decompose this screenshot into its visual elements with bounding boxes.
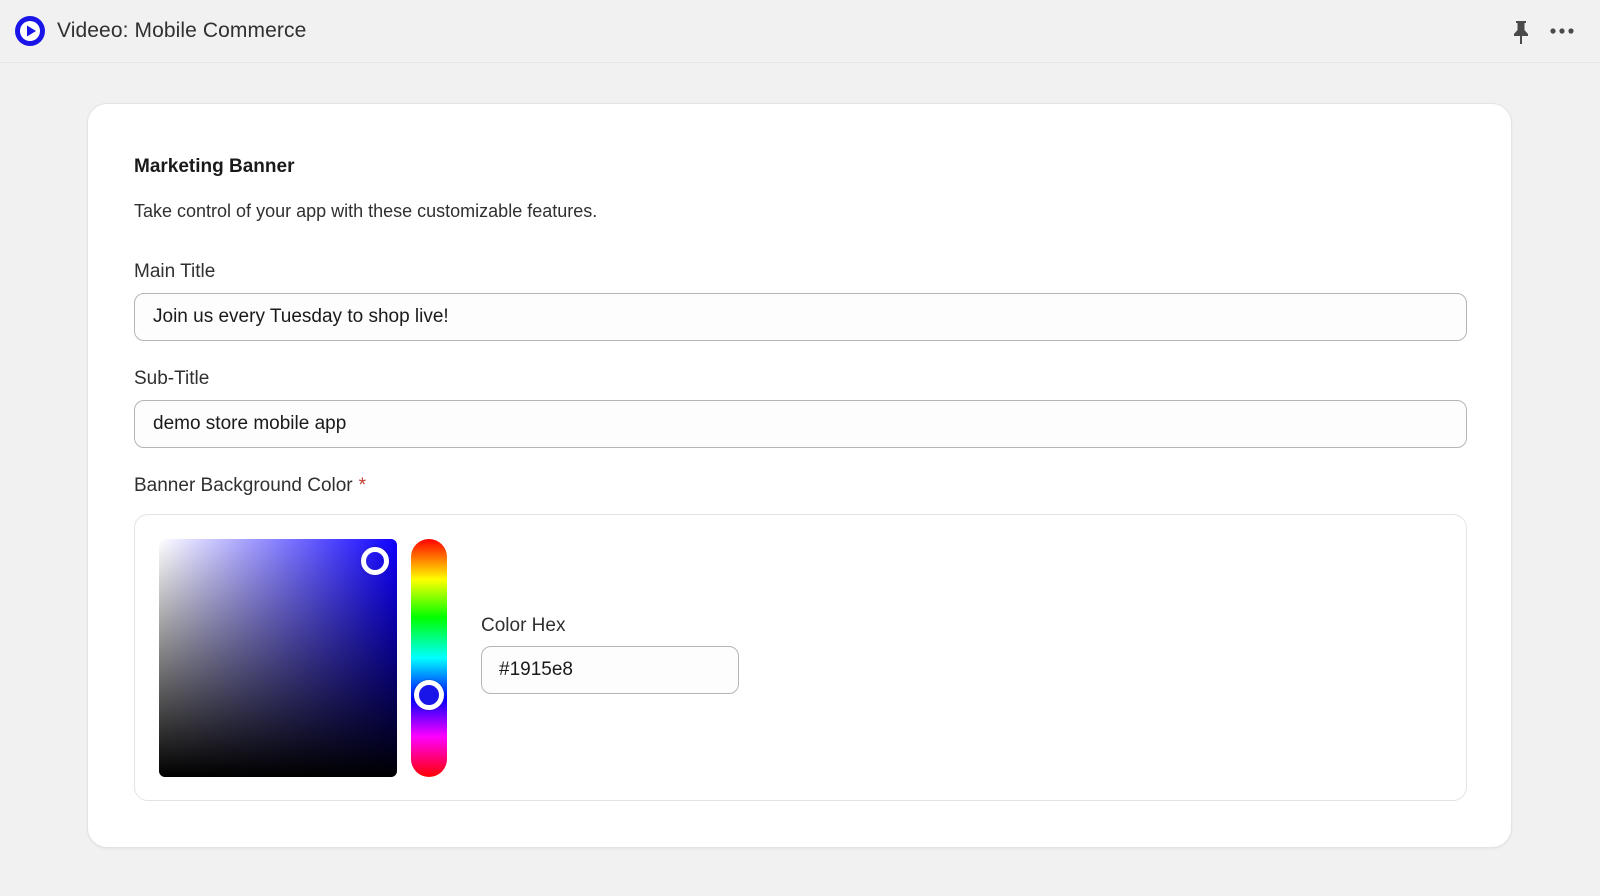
card-title: Marketing Banner xyxy=(134,156,295,177)
required-marker: * xyxy=(358,475,367,496)
card-description: Take control of your app with these cust… xyxy=(134,201,598,221)
color-picker: Color Hex xyxy=(134,514,1467,801)
play-circle-icon xyxy=(15,16,45,46)
main-title-input[interactable] xyxy=(134,293,1467,341)
color-hex-label: Color Hex xyxy=(481,615,566,636)
main-title-label: Main Title xyxy=(134,261,216,282)
saturation-brightness-area[interactable] xyxy=(159,539,397,777)
pin-icon[interactable] xyxy=(1509,19,1533,45)
more-options-icon[interactable] xyxy=(1548,22,1576,40)
sub-title-label: Sub-Title xyxy=(134,368,210,389)
banner-color-label: Banner Background Color xyxy=(134,475,353,496)
marketing-banner-card: Marketing Banner Take control of your ap… xyxy=(87,103,1512,848)
hue-slider[interactable] xyxy=(411,539,447,777)
sub-title-input[interactable] xyxy=(134,400,1467,448)
app-header: Videeo: Mobile Commerce xyxy=(0,0,1600,63)
color-hex-input[interactable] xyxy=(481,646,739,694)
saturation-brightness-handle[interactable] xyxy=(361,547,389,575)
banner-color-label-row: Banner Background Color * xyxy=(134,475,366,497)
hue-slider-handle[interactable] xyxy=(414,680,444,710)
app-title: Videeo: Mobile Commerce xyxy=(57,19,307,42)
